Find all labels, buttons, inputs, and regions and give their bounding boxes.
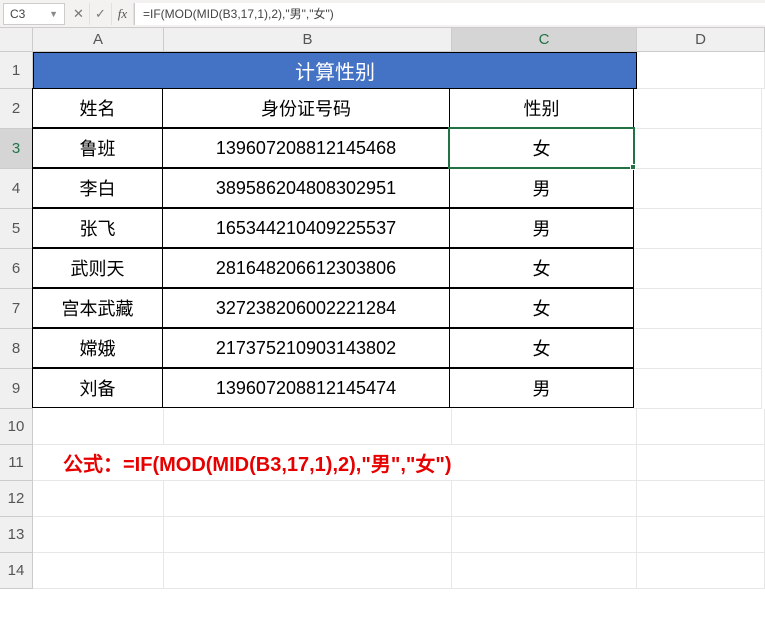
data-name[interactable]: 鲁班: [32, 128, 163, 168]
data-name[interactable]: 宫本武藏: [32, 288, 163, 328]
data-id[interactable]: 217375210903143802: [162, 328, 450, 368]
cell-D2[interactable]: [634, 89, 762, 129]
data-id[interactable]: 139607208812145474: [162, 368, 450, 408]
data-id[interactable]: 165344210409225537: [162, 208, 450, 248]
row-header-4[interactable]: 4: [0, 169, 33, 209]
formula-bar: C3 ▼ ✕ ✓ fx =IF(MOD(MID(B3,17,1),2),"男",…: [0, 0, 765, 28]
row-header-9[interactable]: 9: [0, 369, 33, 409]
cell[interactable]: [164, 517, 452, 553]
cell[interactable]: [33, 517, 164, 553]
row-header-11[interactable]: 11: [0, 445, 33, 481]
row-header-5[interactable]: 5: [0, 209, 33, 249]
name-box-value: C3: [10, 7, 25, 21]
col-header-C[interactable]: C: [452, 28, 637, 52]
formula-annotation: 公式：=IF(MOD(MID(B3,17,1),2),"男","女"): [33, 445, 637, 481]
col-header-B[interactable]: B: [164, 28, 452, 52]
row-header-13[interactable]: 13: [0, 517, 33, 553]
data-gender[interactable]: 女: [449, 248, 634, 288]
cell[interactable]: [164, 481, 452, 517]
data-gender[interactable]: 女: [449, 128, 634, 168]
cell-D1[interactable]: [637, 52, 765, 89]
cell[interactable]: [33, 409, 164, 445]
cell[interactable]: [452, 409, 637, 445]
row-header-7[interactable]: 7: [0, 289, 33, 329]
data-id[interactable]: 281648206612303806: [162, 248, 450, 288]
data-name[interactable]: 李白: [32, 168, 163, 208]
cell[interactable]: [452, 553, 637, 589]
data-name[interactable]: 刘备: [32, 368, 163, 408]
select-all-corner[interactable]: [0, 28, 33, 52]
title-cell[interactable]: 计算性别: [33, 52, 637, 89]
row-header-8[interactable]: 8: [0, 329, 33, 369]
fx-icon[interactable]: fx: [112, 3, 134, 25]
fill-handle[interactable]: [630, 164, 636, 170]
cell-D8[interactable]: [634, 329, 762, 369]
cell-D3[interactable]: [634, 129, 762, 169]
header-name[interactable]: 姓名: [32, 88, 163, 128]
chevron-down-icon: ▼: [49, 9, 58, 19]
cell[interactable]: [33, 553, 164, 589]
data-name[interactable]: 嫦娥: [32, 328, 163, 368]
spreadsheet: ABCD 1计算性别2姓名身份证号码性别 3鲁班13960720881214546…: [0, 28, 765, 589]
col-header-A[interactable]: A: [33, 28, 164, 52]
cell[interactable]: [33, 481, 164, 517]
row-header-6[interactable]: 6: [0, 249, 33, 289]
row-header-10[interactable]: 10: [0, 409, 33, 445]
row-header-1[interactable]: 1: [0, 52, 33, 89]
cancel-icon[interactable]: ✕: [68, 3, 90, 25]
cell[interactable]: [164, 553, 452, 589]
data-id[interactable]: 389586204808302951: [162, 168, 450, 208]
data-gender[interactable]: 男: [449, 168, 634, 208]
formula-input[interactable]: =IF(MOD(MID(B3,17,1),2),"男","女"): [134, 3, 765, 25]
name-box[interactable]: C3 ▼: [3, 3, 65, 25]
data-id[interactable]: 139607208812145468: [162, 128, 450, 168]
cell-D4[interactable]: [634, 169, 762, 209]
column-headers: ABCD: [33, 28, 765, 52]
header-id[interactable]: 身份证号码: [162, 88, 450, 128]
cell-D9[interactable]: [634, 369, 762, 409]
col-header-D[interactable]: D: [637, 28, 765, 52]
cell-D6[interactable]: [634, 249, 762, 289]
formula-text: =IF(MOD(MID(B3,17,1),2),"男","女"): [143, 5, 334, 22]
cell[interactable]: [637, 445, 765, 481]
cell-D7[interactable]: [634, 289, 762, 329]
row-header-3[interactable]: 3: [0, 129, 33, 169]
header-gender[interactable]: 性别: [449, 88, 634, 128]
cell[interactable]: [637, 481, 765, 517]
data-name[interactable]: 张飞: [32, 208, 163, 248]
data-gender[interactable]: 男: [449, 368, 634, 408]
row-header-14[interactable]: 14: [0, 553, 33, 589]
check-icon[interactable]: ✓: [90, 3, 112, 25]
row-header-2[interactable]: 2: [0, 89, 33, 129]
data-id[interactable]: 327238206002221284: [162, 288, 450, 328]
cell[interactable]: [637, 517, 765, 553]
data-gender[interactable]: 女: [449, 328, 634, 368]
cell[interactable]: [164, 409, 452, 445]
row-header-12[interactable]: 12: [0, 481, 33, 517]
data-name[interactable]: 武则天: [32, 248, 163, 288]
cell[interactable]: [637, 409, 765, 445]
data-gender[interactable]: 女: [449, 288, 634, 328]
cell[interactable]: [637, 553, 765, 589]
data-gender[interactable]: 男: [449, 208, 634, 248]
cell[interactable]: [452, 517, 637, 553]
cell-D5[interactable]: [634, 209, 762, 249]
cell[interactable]: [452, 481, 637, 517]
